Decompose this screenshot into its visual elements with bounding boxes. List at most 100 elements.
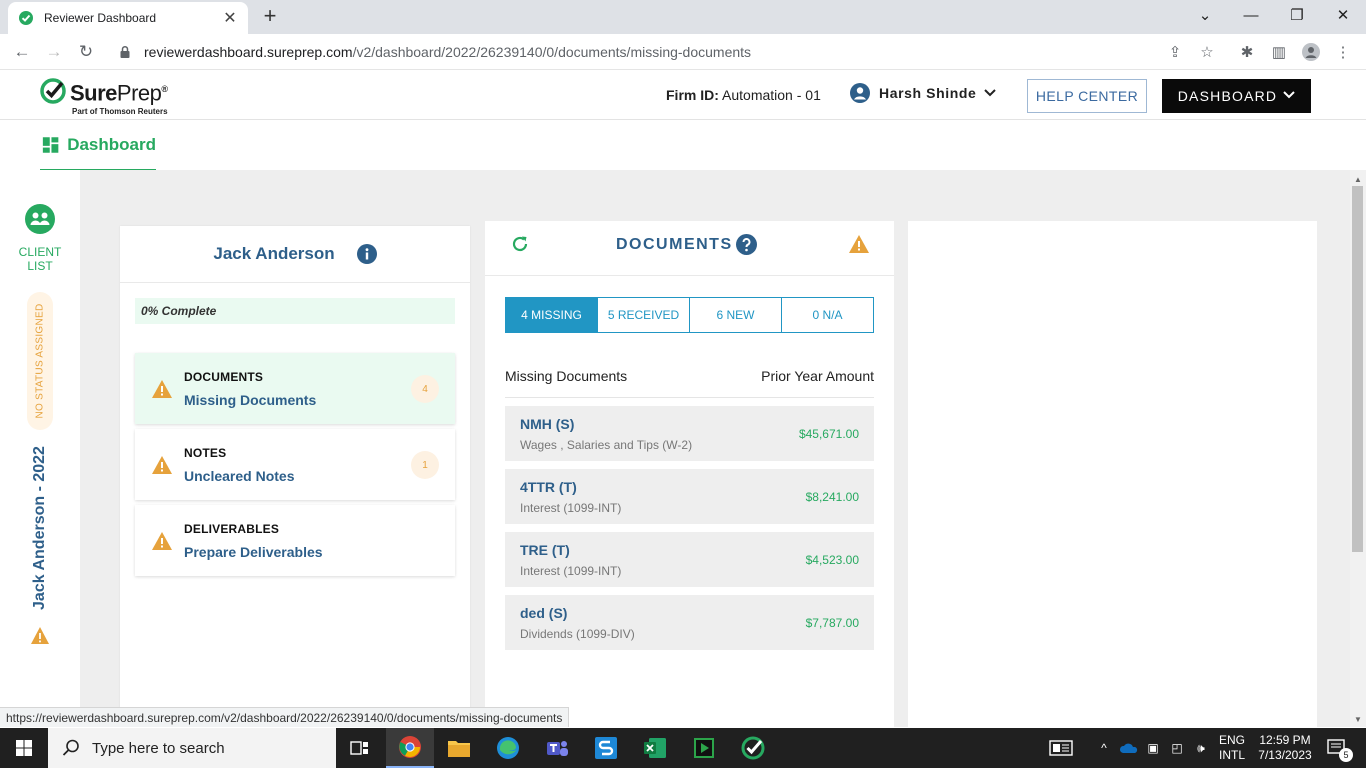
document-description: Wages , Salaries and Tips (W-2) [520,438,693,452]
volume-icon[interactable]: 🕪 [1190,728,1212,768]
windows-taskbar: Type here to search ^ ▣ ◰ 🕪 ENG INTL 12:… [0,728,1366,768]
document-list-header: Missing Documents Prior Year Amount [505,368,874,398]
tab-new[interactable]: 6 NEW [690,298,782,332]
share-icon[interactable]: ⇪ [1166,43,1184,61]
file-explorer-icon[interactable] [435,728,483,768]
document-code: TRE (T) [520,542,570,558]
sureprep-favicon-icon [19,11,33,25]
teams-icon[interactable] [533,728,581,768]
user-name: Harsh Shinde [879,85,977,101]
refresh-icon[interactable] [510,234,530,254]
task-documents[interactable]: DOCUMENTS Missing Documents 4 [135,353,455,424]
document-code: NMH (S) [520,416,575,432]
task-view-icon[interactable] [336,728,384,768]
clock[interactable]: 12:59 PM 7/13/2023 [1254,728,1316,768]
tab-missing[interactable]: 4 MISSING [506,298,598,332]
status-badge: NO STATUS ASSIGNED [27,292,53,430]
task-subtitle: Prepare Deliverables [184,544,323,560]
chevron-down-icon [1283,90,1295,102]
brand-name-bold: Sure [70,80,117,106]
tray-chevron-up-icon[interactable]: ^ [1094,728,1114,768]
column-missing-documents: Missing Documents [505,368,628,384]
scroll-up-icon[interactable]: ▲ [1350,172,1366,186]
battery-saver-icon[interactable]: ▣ [1142,728,1164,768]
chevron-down-icon [984,86,997,100]
network-icon[interactable]: ◰ [1166,728,1188,768]
warning-icon [849,235,869,253]
notifications-icon[interactable]: 5 [1320,728,1354,768]
help-center-button[interactable]: HELP CENTER [1027,79,1147,113]
forward-icon[interactable]: → [42,41,66,63]
tab-dashboard[interactable]: Dashboard [40,121,156,171]
windows-start-icon[interactable] [0,728,48,768]
document-row[interactable]: TRE (T) Interest (1099-INT) $4,523.00 [505,532,874,587]
bookmark-star-icon[interactable]: ☆ [1198,43,1216,61]
browser-menu-icon[interactable]: ⋮ [1334,43,1352,61]
link-preview-status: https://reviewerdashboard.sureprep.com/v… [0,707,570,727]
document-row[interactable]: 4TTR (T) Interest (1099-INT) $8,241.00 [505,469,874,524]
brand-registered: ® [161,84,168,94]
count-badge: 4 [411,375,439,403]
document-code: 4TTR (T) [520,479,577,495]
task-deliverables[interactable]: DELIVERABLES Prepare Deliverables [135,505,455,576]
minimize-icon[interactable]: — [1228,0,1274,30]
client-name: Jack Anderson [213,244,335,263]
back-icon[interactable]: ← [10,41,34,63]
keyboard-layout: INTL [1218,748,1245,762]
excel-icon[interactable] [631,728,679,768]
chrome-taskbar-icon[interactable] [386,728,434,768]
restore-icon[interactable]: ❐ [1274,0,1320,30]
document-amount: $4,523.00 [805,553,859,567]
search-icon [62,739,79,756]
document-description: Interest (1099-INT) [520,564,622,578]
client-list-label-2: LIST [27,259,53,273]
taskbar-search[interactable]: Type here to search [48,728,336,768]
tab-na[interactable]: 0 N/A [782,298,873,332]
sureprep-check-taskbar-icon[interactable] [729,728,777,768]
document-row[interactable]: ded (S) Dividends (1099-DIV) $7,787.00 [505,595,874,650]
language-code: ENG [1218,733,1245,747]
sureprep-check-logo-icon [40,78,66,104]
window-close-icon[interactable]: ✕ [1320,0,1366,30]
scrollbar-thumb[interactable] [1352,186,1363,552]
media-player-icon[interactable] [680,728,728,768]
left-rail: CLIENT LIST NO STATUS ASSIGNED Jack Ande… [0,170,80,727]
help-question-icon[interactable] [736,234,757,255]
dashboard-menu-label: DASHBOARD [1177,88,1278,104]
client-year-label: Jack Anderson - 2022 [31,446,48,610]
dashboard-menu-button[interactable]: DASHBOARD [1162,79,1311,113]
task-notes[interactable]: NOTES Uncleared Notes 1 [135,429,455,500]
browser-tab[interactable]: Reviewer Dashboard ✕ [8,2,248,34]
edge-icon[interactable] [484,728,532,768]
sureprep-app-icon[interactable] [582,728,630,768]
client-list-button[interactable]: CLIENT LIST [10,204,70,273]
client-panel: Jack Anderson 0% Complete DOCUMENTS Miss… [120,226,470,727]
language-indicator[interactable]: ENG INTL [1214,728,1250,768]
document-amount: $45,671.00 [798,427,859,441]
address-bar[interactable]: reviewerdashboard.sureprep.com/v2/dashbo… [108,39,1230,65]
sub-navigation: Dashboard [0,121,1366,171]
tab-received[interactable]: 5 RECEIVED [598,298,690,332]
task-title: DELIVERABLES [184,522,280,536]
sureprep-logo[interactable]: SurePrep® Part of Thomson Reuters [40,78,168,116]
warning-icon [31,627,49,644]
new-tab-button[interactable]: + [258,5,282,27]
progress-status: 0% Complete [135,298,455,324]
reload-icon[interactable]: ↻ [74,41,98,63]
onedrive-icon[interactable] [1118,728,1140,768]
info-icon[interactable] [356,244,377,264]
tab-close-icon[interactable]: ✕ [222,8,238,28]
client-panel-header: Jack Anderson [120,226,470,283]
side-panel-icon[interactable]: ▥ [1270,43,1288,61]
document-row[interactable]: NMH (S) Wages , Salaries and Tips (W-2) … [505,406,874,461]
client-list-icon [25,204,55,234]
document-amount: $7,787.00 [805,616,859,630]
news-widget-icon[interactable] [1044,728,1078,768]
tab-search-chevron-icon[interactable]: ⌄ [1182,0,1228,30]
task-title: NOTES [184,446,227,460]
extensions-icon[interactable]: ✱ [1238,43,1256,61]
brand-text: SurePrep® Part of Thomson Reuters [70,78,168,117]
profile-icon[interactable] [1302,43,1320,61]
user-menu[interactable]: Harsh Shinde [850,83,997,103]
scroll-down-icon[interactable]: ▼ [1350,712,1366,726]
